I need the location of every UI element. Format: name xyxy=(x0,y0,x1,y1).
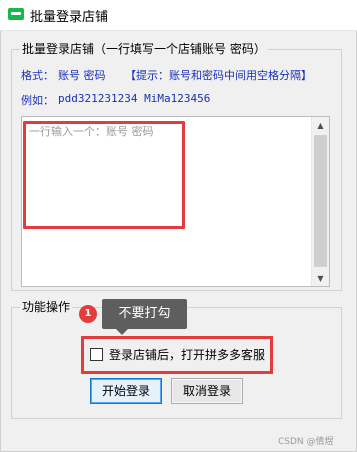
batch-login-group-title: 批量登录店铺（一行填写一个店铺账号 密码） xyxy=(20,40,268,57)
open-pdd-service-checkbox[interactable] xyxy=(90,347,103,361)
scroll-down-arrow-icon[interactable]: ▼ xyxy=(312,270,329,286)
cancel-login-button[interactable]: 取消登录 xyxy=(171,378,243,404)
format-label: 格式： xyxy=(21,69,54,82)
scrollbar-thumb[interactable] xyxy=(314,135,327,267)
open-pdd-service-option[interactable]: 登录店铺后，打开拼多多客服 xyxy=(90,344,265,364)
function-group-title: 功能操作 xyxy=(20,298,73,315)
accounts-textarea[interactable]: 一行输入一个：账号 密码 xyxy=(21,116,330,287)
example-label: 例如： xyxy=(21,94,54,107)
start-login-button[interactable]: 开始登录 xyxy=(90,378,162,404)
format-value: 账号 密码 xyxy=(58,69,106,82)
accounts-scrollbar[interactable]: ▲ ▼ xyxy=(311,117,329,286)
annotation-number-badge: 1 xyxy=(79,305,97,323)
scroll-up-arrow-icon[interactable]: ▲ xyxy=(312,117,329,133)
format-hint: 【提示：账号和密码中间用空格分隔】 xyxy=(125,69,312,82)
accounts-textarea-placeholder: 一行输入一个：账号 密码 xyxy=(29,125,154,138)
open-pdd-service-label: 登录店铺后，打开拼多多客服 xyxy=(109,347,266,362)
window-title: 批量登录店铺 xyxy=(30,10,109,25)
app-logo-icon xyxy=(8,8,24,20)
title-bar: 批量登录店铺 xyxy=(0,0,357,31)
example-value: pdd321231234 MiMa123456 xyxy=(58,92,211,105)
watermark: CSDN @倩煜 xyxy=(278,437,334,447)
annotation-tooltip: 不要打勾 xyxy=(102,299,187,335)
